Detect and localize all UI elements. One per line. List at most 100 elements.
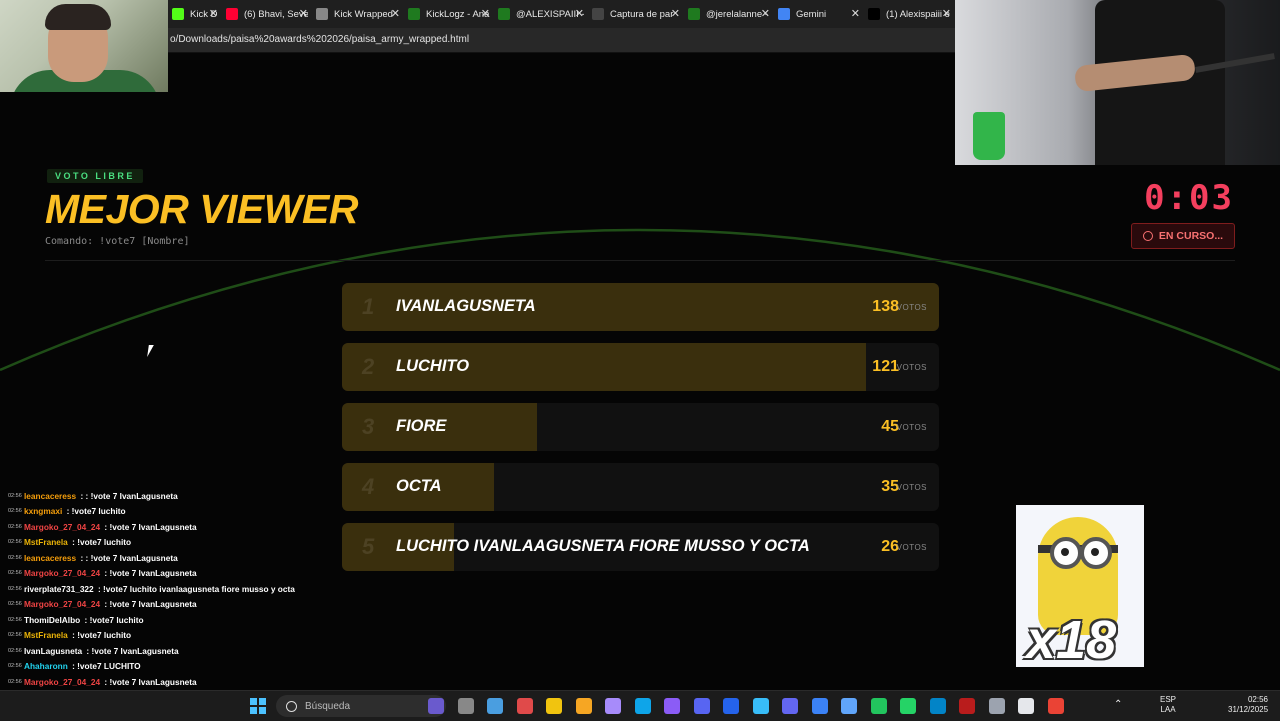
tab-label: @jerelalanne -	[706, 8, 768, 20]
taskbar-app-icon[interactable]	[575, 698, 592, 714]
chat-message: 02:56 Margoko_27_04_24 : !vote 7 IvanLagu…	[8, 519, 328, 535]
clock-time: 02:56	[1247, 695, 1268, 704]
taskbar-app-icon[interactable]	[546, 698, 562, 714]
taskbar-app-icon[interactable]	[811, 698, 828, 714]
system-tray[interactable]: ⌃	[1114, 699, 1122, 710]
chat-username[interactable]: Margoko_27_04_24	[24, 677, 100, 687]
chat-username[interactable]: leancaceress	[24, 553, 76, 563]
chat-separator: :	[82, 614, 90, 625]
taskbar-app-icon[interactable]	[634, 698, 651, 714]
taskbar-app-icon[interactable]	[693, 698, 710, 714]
chat-username[interactable]: kxngmaxi	[24, 506, 62, 516]
chat-text: !vote 7 IvanLagusneta	[91, 645, 179, 656]
chat-timestamp: 02:56	[8, 523, 22, 530]
chat-message: 02:56 ThomiDelAlbo : !vote7 luchito	[8, 612, 328, 628]
taskbar-app-icon[interactable]	[782, 698, 798, 714]
chat-username[interactable]: MstFranela	[24, 537, 68, 547]
browser-tab[interactable]: (1) Alexispaiii e ✕	[868, 3, 951, 25]
close-icon[interactable]: ✕	[575, 7, 584, 20]
chat-message: 02:56 riverplate731_322 : !vote7 luchito …	[8, 581, 328, 597]
taskbar-app-icon[interactable]	[723, 698, 739, 714]
browser-tab[interactable]: Gemini ✕	[778, 3, 860, 25]
chat-separator: :	[64, 506, 72, 517]
chat-username[interactable]: Margoko_27_04_24	[24, 568, 100, 578]
webcam-overlay-right	[955, 0, 1280, 165]
taskbar-app-icon[interactable]	[900, 698, 916, 714]
taskbar-app-icon[interactable]	[752, 698, 769, 714]
mouse-cursor-icon	[147, 345, 159, 357]
chat-timestamp: 02:56	[8, 539, 22, 546]
chat-username[interactable]: Ahaharonn	[24, 661, 68, 671]
page-title: MEJOR VIEWER	[45, 186, 358, 232]
chat-username[interactable]: riverplate731_322	[24, 584, 94, 594]
close-icon[interactable]: ✕	[481, 7, 490, 20]
close-icon[interactable]: ✕	[391, 7, 400, 20]
webcam-overlay-left	[0, 0, 168, 92]
language-indicator[interactable]: ESP LAA	[1160, 695, 1176, 715]
candidate-name: OCTA	[396, 477, 442, 495]
status-label: EN CURSO...	[1158, 230, 1224, 242]
chat-text: !vote7 LUCHITO	[77, 661, 141, 672]
chat-text: !vote 7 IvanLagusneta	[109, 521, 197, 532]
taskbar-app-icon[interactable]	[870, 698, 887, 714]
taskbar-clock[interactable]: 02:56 31/12/2025	[1228, 695, 1268, 715]
browser-tab[interactable]: @jerelalanne - ✕	[688, 3, 770, 25]
vote-count: 121	[872, 358, 899, 375]
browser-tab[interactable]: Kick D ✕	[172, 3, 218, 25]
browser-tab[interactable]: (6) Bhavi, Sever ✕	[226, 3, 308, 25]
start-button[interactable]	[250, 698, 266, 714]
close-icon[interactable]: ✕	[299, 7, 308, 20]
taskbar-app-icons	[428, 698, 1064, 714]
chevron-up-icon[interactable]: ⌃	[1114, 699, 1122, 710]
taskbar-search[interactable]: Búsqueda	[276, 695, 446, 717]
taskbar-app-icon[interactable]	[929, 698, 946, 714]
taskbar-app-icon[interactable]	[1047, 698, 1064, 714]
taskbar-app-icon[interactable]	[428, 698, 444, 714]
chat-separator: :	[69, 537, 78, 548]
taskbar-app-icon[interactable]	[605, 698, 621, 714]
taskbar-app-icon[interactable]	[988, 698, 1005, 714]
rank-number: 1	[362, 294, 375, 319]
chat-username[interactable]: Margoko_27_04_24	[24, 522, 100, 532]
chat-timestamp: 02:56	[8, 554, 22, 561]
countdown-timer: 0:03	[1144, 178, 1234, 218]
taskbar-app-icon[interactable]	[841, 698, 857, 714]
chat-timestamp: 02:56	[8, 632, 22, 639]
taskbar-app-icon[interactable]	[457, 698, 474, 714]
taskbar-app-icon[interactable]	[1018, 698, 1034, 714]
status-button[interactable]: EN CURSO...	[1131, 223, 1235, 249]
chat-username[interactable]: IvanLagusneta	[24, 646, 82, 656]
chat-separator: :	[84, 645, 92, 656]
close-icon[interactable]: ✕	[761, 7, 770, 20]
vote-command-hint: Comando: !vote7 [Nombre]	[45, 236, 190, 247]
browser-tab[interactable]: Captura de par ✕	[592, 3, 680, 25]
url-text[interactable]: o/Downloads/paisa%20awards%202026/paisa_…	[170, 34, 469, 45]
browser-tab[interactable]: Kick Wrapped ✕	[316, 3, 400, 25]
chat-username[interactable]: leancaceress	[24, 491, 76, 501]
lang-layout: LAA	[1160, 705, 1176, 714]
chat-username[interactable]: MstFranela	[24, 630, 68, 640]
close-icon[interactable]: ✕	[209, 7, 218, 20]
chat-message: 02:56 Margoko_27_04_24 : !vote 7 IvanLagu…	[8, 674, 328, 690]
chat-username[interactable]: Margoko_27_04_24	[24, 599, 100, 609]
rank-number: 4	[362, 474, 375, 499]
search-placeholder: Búsqueda	[305, 700, 351, 712]
close-icon[interactable]: ✕	[671, 7, 680, 20]
taskbar-app-icon[interactable]	[487, 698, 503, 714]
candidate-name: FIORE	[396, 417, 447, 435]
candidate-name: LUCHITO	[396, 357, 470, 375]
browser-tab[interactable]: @ALEXISPAIII - ✕	[498, 3, 584, 25]
browser-tab[interactable]: KickLogz - Anál ✕	[408, 3, 490, 25]
ranking-row: 3 FIORE 45 VOTOS	[342, 403, 939, 451]
chat-text: !vote7 luchito ivanlaagusneta fiore muss…	[103, 583, 295, 594]
ranking-row: 5 LUCHITO IVANLAAGUSNETA FIORE MUSSO Y OC…	[342, 523, 939, 571]
taskbar-app-icon[interactable]	[664, 698, 680, 714]
chat-username[interactable]: ThomiDelAlbo	[24, 615, 80, 625]
taskbar-app-icon[interactable]	[959, 698, 975, 714]
chat-message: 02:56 MstFranela : !vote7 luchito	[8, 628, 328, 644]
close-icon[interactable]: ✕	[942, 7, 951, 20]
tab-favicon-icon	[172, 8, 184, 20]
close-icon[interactable]: ✕	[851, 7, 860, 20]
tab-favicon-icon	[688, 8, 700, 20]
taskbar-app-icon[interactable]	[516, 698, 533, 714]
